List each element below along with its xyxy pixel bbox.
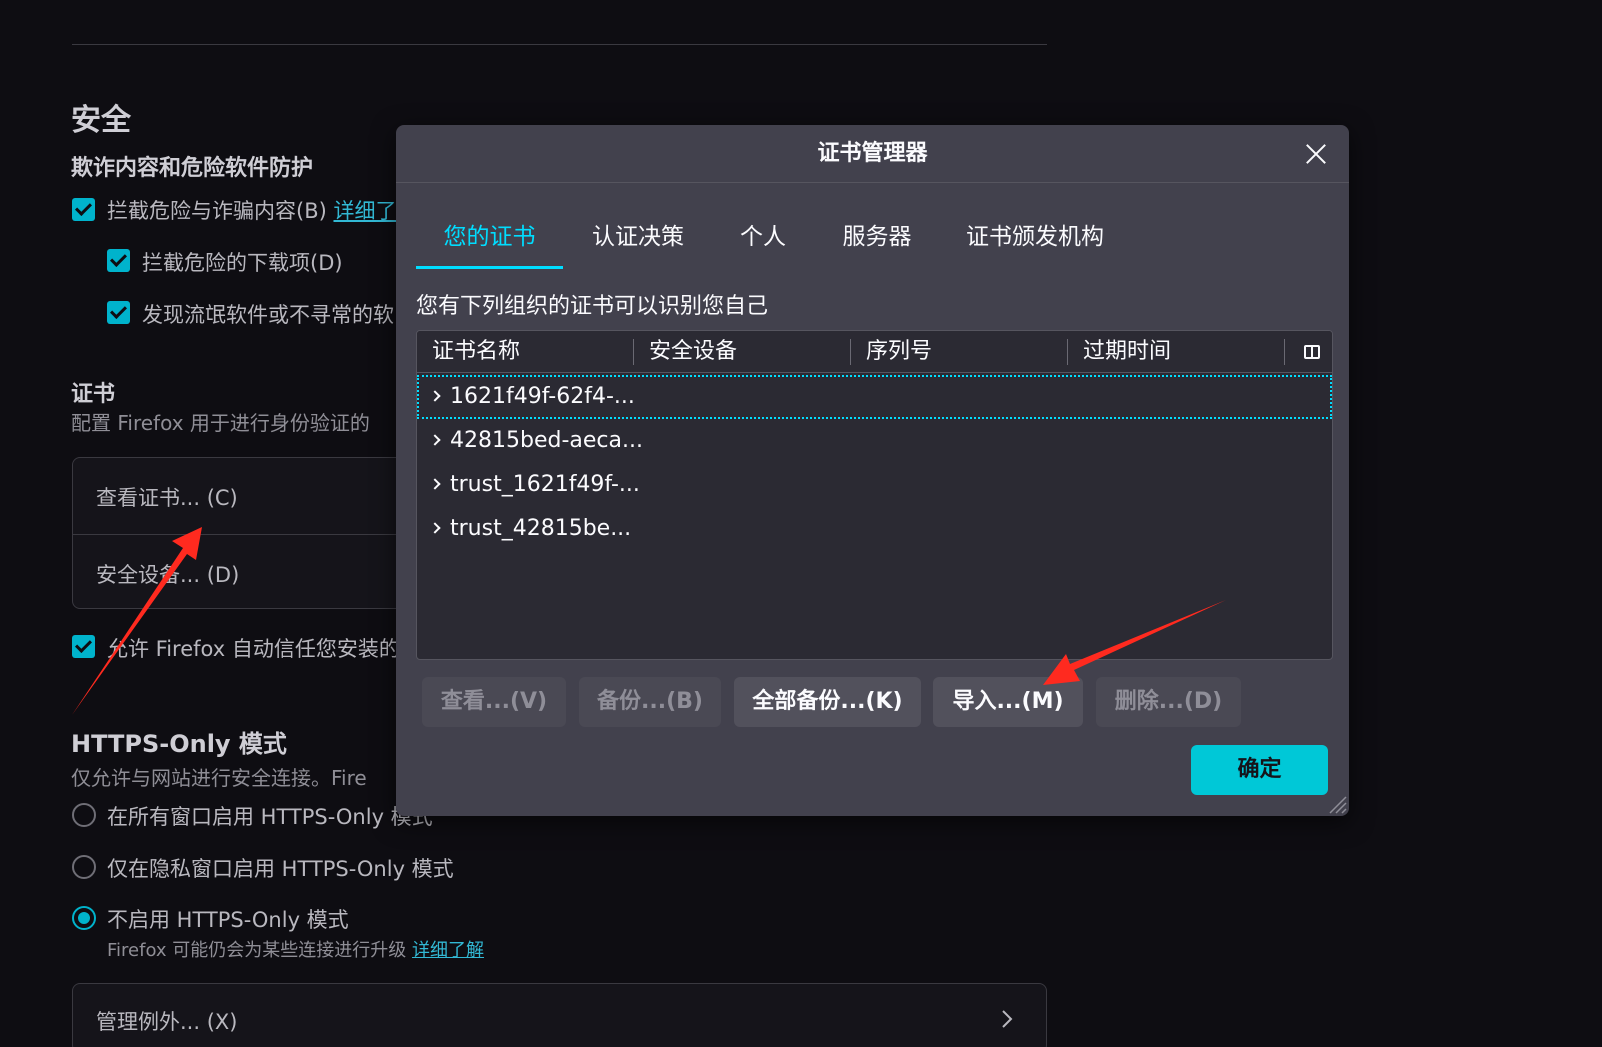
block-dangerous-label: 拦截危险与诈骗内容(B) 详细了 bbox=[107, 199, 397, 223]
security-heading: 安全 bbox=[71, 103, 131, 138]
tab-authorities[interactable]: 证书颁发机构 bbox=[966, 215, 1104, 269]
https-only-description: 仅允许与网站进行安全连接。Fire bbox=[71, 766, 367, 790]
tree-row-label: 42815bed-aeca... bbox=[450, 428, 643, 453]
divider bbox=[72, 44, 1047, 45]
auto-trust-label: 允许 Firefox 自动信任您安装的 bbox=[107, 637, 400, 661]
fraud-protection-heading: 欺诈内容和危险软件防护 bbox=[71, 156, 314, 181]
block-dangerous-checkbox[interactable] bbox=[72, 198, 95, 221]
tree-row[interactable]: trust_42815be... bbox=[417, 507, 1332, 551]
dialog-title: 证书管理器 bbox=[396, 125, 1349, 183]
https-off-description: Firefox 可能仍会为某些连接进行升级 详细了解 bbox=[107, 940, 485, 961]
tree-row-label: trust_42815be... bbox=[450, 516, 632, 541]
chevron-right-icon[interactable] bbox=[429, 434, 441, 446]
ok-button[interactable]: 确定 bbox=[1191, 745, 1328, 795]
block-downloads-checkbox[interactable] bbox=[107, 249, 130, 272]
certificates-heading: 证书 bbox=[71, 382, 116, 407]
view-button[interactable]: 查看...(V) bbox=[422, 677, 566, 727]
learn-more-link-2[interactable]: 详细了解 bbox=[412, 940, 484, 961]
tree-row[interactable]: 42815bed-aeca... bbox=[417, 419, 1332, 463]
certificates-description: 您有下列组织的证书可以识别您自己 bbox=[416, 294, 769, 319]
block-downloads-label: 拦截危险的下载项(D) bbox=[142, 251, 343, 275]
column-header-expires[interactable]: 过期时间 bbox=[1068, 331, 1284, 373]
tree-row[interactable]: trust_1621f49f-... bbox=[417, 463, 1332, 507]
https-all-windows-label: 在所有窗口启用 HTTPS-Only 模式 bbox=[107, 805, 433, 829]
tree-row[interactable]: 1621f49f-62f4-... bbox=[417, 375, 1332, 419]
learn-more-link[interactable]: 详细了 bbox=[333, 199, 396, 223]
https-private-windows-radio[interactable] bbox=[72, 855, 96, 879]
close-icon[interactable] bbox=[1301, 139, 1331, 169]
import-button[interactable]: 导入...(M) bbox=[933, 677, 1083, 727]
chevron-right-icon bbox=[1002, 1010, 1013, 1028]
https-all-windows-radio[interactable] bbox=[72, 803, 96, 827]
manage-exceptions-button[interactable]: 管理例外... (X) bbox=[72, 983, 1047, 1047]
chevron-right-icon[interactable] bbox=[429, 522, 441, 534]
column-header-cert-name[interactable]: 证书名称 bbox=[417, 331, 633, 373]
column-separator[interactable] bbox=[1284, 339, 1285, 365]
https-off-label: 不启用 HTTPS-Only 模式 bbox=[107, 908, 349, 932]
warn-unwanted-label: 发现流氓软件或不寻常的软 bbox=[142, 303, 394, 327]
certificate-tree[interactable]: 证书名称 安全设备 序列号 过期时间 1621f49f-62f4-... 428… bbox=[416, 330, 1333, 660]
chevron-right-icon[interactable] bbox=[429, 478, 441, 490]
tab-servers[interactable]: 服务器 bbox=[842, 215, 912, 269]
resize-grip-icon[interactable] bbox=[1325, 792, 1347, 814]
https-off-radio[interactable] bbox=[72, 906, 96, 930]
tree-header: 证书名称 安全设备 序列号 过期时间 bbox=[417, 331, 1332, 373]
certificates-description: 配置 Firefox 用于进行身份验证的 bbox=[71, 411, 370, 435]
chevron-right-icon[interactable] bbox=[429, 390, 441, 402]
column-picker-icon[interactable] bbox=[1304, 345, 1320, 359]
delete-button[interactable]: 删除...(D) bbox=[1096, 677, 1241, 727]
certificate-manager-dialog: 证书管理器 您的证书 认证决策 个人 服务器 证书颁发机构 您有下列组织的证书可… bbox=[396, 125, 1349, 816]
tree-row-label: 1621f49f-62f4-... bbox=[450, 384, 635, 409]
column-header-serial-number[interactable]: 序列号 bbox=[851, 331, 1067, 373]
backup-all-button[interactable]: 全部备份...(K) bbox=[734, 677, 921, 727]
column-header-security-device[interactable]: 安全设备 bbox=[634, 331, 850, 373]
warn-unwanted-checkbox[interactable] bbox=[107, 301, 130, 324]
backup-button[interactable]: 备份...(B) bbox=[579, 677, 721, 727]
tree-row-label: trust_1621f49f-... bbox=[450, 472, 640, 497]
manage-exceptions-label: 管理例外... (X) bbox=[96, 1010, 238, 1034]
tab-authentication-decisions[interactable]: 认证决策 bbox=[592, 215, 684, 269]
auto-trust-checkbox[interactable] bbox=[72, 635, 95, 658]
tab-your-certificates[interactable]: 您的证书 bbox=[416, 215, 563, 269]
https-private-windows-label: 仅在隐私窗口启用 HTTPS-Only 模式 bbox=[107, 857, 454, 881]
https-only-heading: HTTPS-Only 模式 bbox=[71, 730, 287, 758]
tab-people[interactable]: 个人 bbox=[738, 215, 788, 269]
